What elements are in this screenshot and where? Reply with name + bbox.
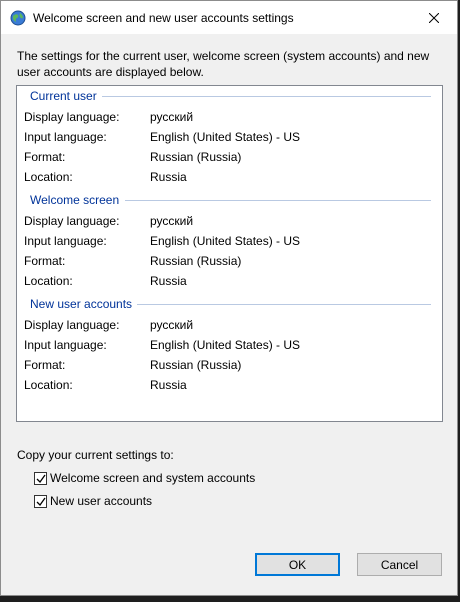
row-value: English (United States) - US	[150, 130, 301, 144]
checkmark-icon	[36, 474, 46, 484]
settings-summary-box: Current user Display language: русский I…	[16, 85, 443, 422]
row-value: русский	[150, 110, 194, 124]
welcome-screen-checkbox[interactable]	[34, 472, 47, 485]
copy-settings-label: Copy your current settings to:	[17, 448, 174, 462]
close-icon	[429, 12, 439, 23]
row-value: English (United States) - US	[150, 338, 301, 352]
intro-text: The settings for the current user, welco…	[17, 49, 430, 79]
row-label: Display language:	[24, 318, 120, 332]
settings-dialog: Welcome screen and new user accounts set…	[0, 0, 458, 596]
new-user-accounts-checkbox-label[interactable]: New user accounts	[50, 494, 152, 508]
row-label: Display language:	[24, 214, 120, 228]
row-label: Location:	[24, 274, 73, 288]
checkmark-icon	[36, 497, 46, 507]
row-value: Russia	[150, 170, 187, 184]
row-label: Location:	[24, 378, 73, 392]
new-user-accounts-checkbox[interactable]	[34, 495, 47, 508]
row-label: Format:	[24, 254, 66, 268]
close-button[interactable]	[411, 1, 457, 34]
window-title: Welcome screen and new user accounts set…	[33, 11, 294, 25]
row-value: Russian (Russia)	[150, 358, 242, 372]
row-label: Format:	[24, 358, 66, 372]
section-header-current-user: Current user	[30, 89, 97, 103]
row-value: Russian (Russia)	[150, 150, 242, 164]
row-label: Input language:	[24, 338, 107, 352]
cancel-button[interactable]: Cancel	[357, 553, 442, 576]
row-value: English (United States) - US	[150, 234, 301, 248]
globe-icon	[10, 10, 26, 26]
row-value: Russian (Russia)	[150, 254, 242, 268]
row-value: Russia	[150, 378, 187, 392]
row-value: Russia	[150, 274, 187, 288]
row-label: Display language:	[24, 110, 120, 124]
row-label: Location:	[24, 170, 73, 184]
row-value: русский	[150, 214, 194, 228]
section-header-new-user-accounts: New user accounts	[30, 297, 133, 311]
row-label: Input language:	[24, 234, 107, 248]
row-value: русский	[150, 318, 194, 332]
section-divider	[102, 96, 431, 97]
row-label: Format:	[24, 150, 66, 164]
title-bar: Welcome screen and new user accounts set…	[1, 1, 457, 34]
section-divider	[137, 304, 431, 305]
ok-button[interactable]: OK	[255, 553, 340, 576]
row-label: Input language:	[24, 130, 107, 144]
welcome-screen-checkbox-label[interactable]: Welcome screen and system accounts	[50, 471, 255, 485]
section-divider	[125, 200, 431, 201]
section-header-welcome-screen: Welcome screen	[30, 193, 120, 207]
